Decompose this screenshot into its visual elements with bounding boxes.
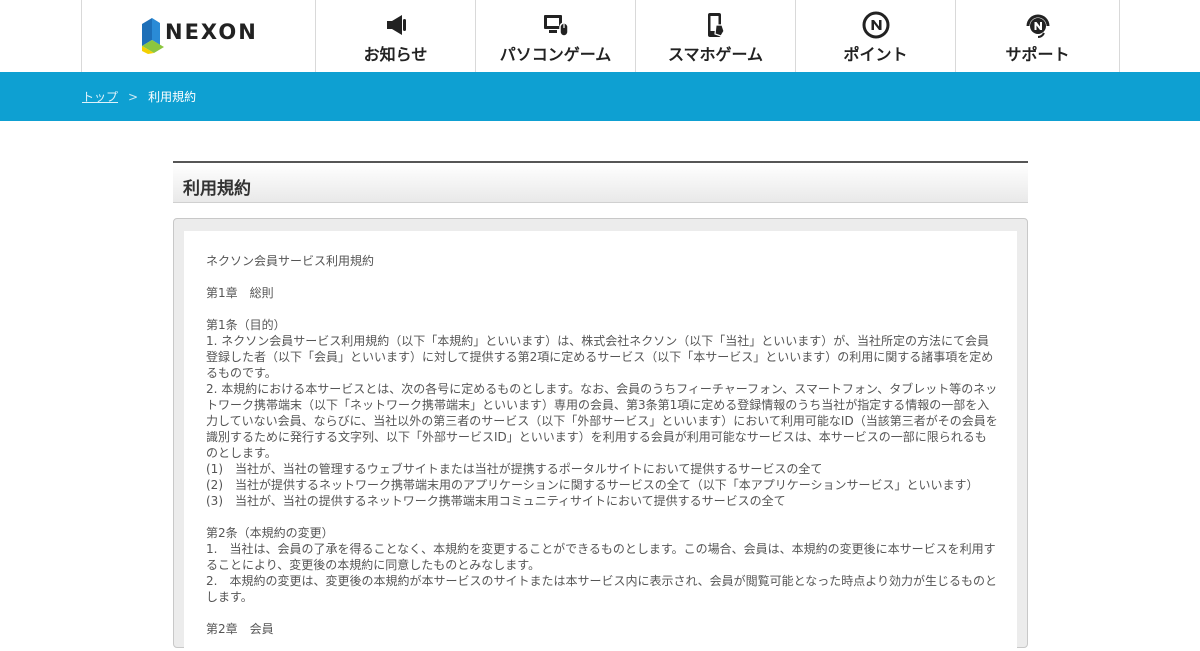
breadcrumb-home-link[interactable]: トップ [82,88,118,105]
terms-scroll-area[interactable]: ネクソン会員サービス利用規約 第1章 総則 第1条（目的） 1. ネクソン会員サ… [184,231,1017,651]
nav-mobile-games-label: スマホゲーム [667,45,764,64]
nav-pc-games[interactable]: パソコンゲーム [476,0,636,72]
terms-container: ネクソン会員サービス利用規約 第1章 総則 第1条（目的） 1. ネクソン会員サ… [173,218,1028,651]
page-title: 利用規約 [183,179,251,199]
header-inner: NEXON お知らせ パソコンゲーム スマホゲーム ポイント サポート [81,0,1120,72]
breadcrumb-separator: > [128,89,139,104]
nav-support-label: サポート [1005,45,1070,64]
nav-mobile-games[interactable]: スマホゲーム [636,0,796,72]
terms-line: (2) 当社が提供するネットワーク携帯端末用のアプリケーションに関するサービスの… [206,478,979,492]
breadcrumb-current: 利用規約 [148,90,197,104]
terms-spacer [206,301,998,317]
terms-line: 第2章 会員 [206,622,274,636]
nav-support[interactable]: サポート [956,0,1119,72]
terms-text: ネクソン会員サービス利用規約 第1章 総則 第1条（目的） 1. ネクソン会員サ… [206,253,998,637]
nav-pc-games-label: パソコンゲーム [499,45,612,64]
terms-line: 2. 本規約における本サービスとは、次の各号に定めるものとします。なお、会員のう… [206,382,998,460]
breadcrumb: トップ > 利用規約 [82,88,196,105]
terms-spacer [206,509,998,525]
breadcrumb-bar: トップ > 利用規約 [0,72,1200,121]
terms-line: 第1条（目的） [206,318,286,332]
terms-line: ネクソン会員サービス利用規約 [206,254,375,268]
nav-news[interactable]: お知らせ [316,0,476,72]
terms-spacer [206,269,998,285]
terms-line: 1. ネクソン会員サービス利用規約（以下「本規約」といいます）は、株式会社ネクソ… [206,334,994,380]
nav-points-label: ポイント [843,45,908,64]
n-coin-icon [862,11,889,39]
nav-news-label: お知らせ [363,45,428,64]
terms-line: 第2条（本規約の変更） [206,526,334,540]
page-title-bar: 利用規約 [173,161,1028,203]
pc-mouse-icon [543,15,569,37]
nexon-logo-link[interactable]: NEXON [82,0,316,72]
terms-line: 第1章 総則 [206,286,274,300]
logo-text: NEXON [165,20,258,44]
headset-icon [1026,14,1049,38]
nav-points[interactable]: ポイント [796,0,956,72]
megaphone-icon [386,15,406,35]
terms-line: (3) 当社が、当社の提供するネットワーク携帯端末用コミュニティサイトにおいて提… [206,494,786,508]
smartphone-icon [707,13,725,37]
terms-line: 1. 当社は、会員の了承を得ることなく、本規約を変更することができるものとします… [206,542,996,572]
terms-line: 2. 本規約の変更は、変更後の本規約が本サービスのサイトまたは本サービス内に表示… [206,574,997,604]
terms-spacer [206,605,998,621]
site-header: NEXON お知らせ パソコンゲーム スマホゲーム ポイント サポート [0,0,1200,72]
terms-line: (1) 当社が、当社の管理するウェブサイトまたは当社が提携するポータルサイトにお… [206,462,823,476]
